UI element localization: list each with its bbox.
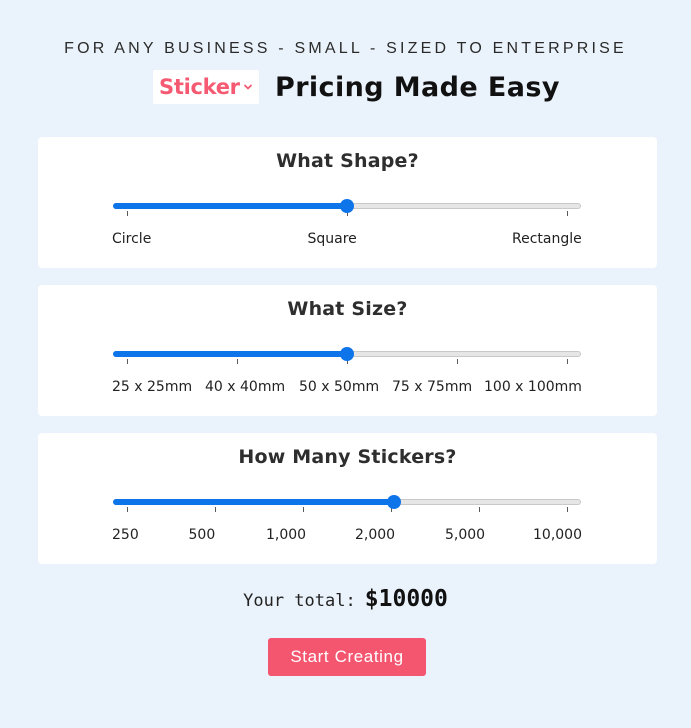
option-label: 25 x 25mm <box>112 379 193 395</box>
option-label: 50 x 50mm <box>299 379 380 395</box>
total-value: $10000 <box>364 586 448 612</box>
size-slider[interactable] <box>113 344 581 366</box>
option-label: 40 x 40mm <box>205 379 286 395</box>
slider-thumb[interactable] <box>340 199 354 213</box>
slider-tick <box>127 359 128 364</box>
total-label: Your total: <box>243 591 356 611</box>
quantity-card: How Many Stickers? 250 500 1,000 2,000 5,000… <box>38 433 657 564</box>
slider-tick <box>567 507 568 512</box>
size-card-title: What Size? <box>287 298 408 320</box>
option-label: 10,000 <box>533 527 582 543</box>
shape-slider[interactable] <box>113 196 581 218</box>
option-label: 2,000 <box>355 527 396 543</box>
slider-thumb[interactable] <box>340 347 354 361</box>
slider-fill <box>113 203 347 209</box>
brand-label: Sticker <box>159 75 240 99</box>
slider-tick <box>127 211 128 216</box>
shape-card: What Shape? Circle Square Rectangle <box>38 137 657 268</box>
slider-tick <box>303 507 304 512</box>
quantity-options: 250 500 1,000 2,000 5,000 10,000 <box>38 527 657 547</box>
option-label: Square <box>307 231 357 247</box>
slider-tick <box>479 507 480 512</box>
slider-tick <box>457 359 458 364</box>
option-label: 250 <box>112 527 139 543</box>
tagline: FOR ANY BUSINESS - SMALL - SIZED TO ENTE… <box>64 40 627 57</box>
brand-dropdown[interactable]: Sticker <box>153 70 259 104</box>
total-row: Your total: $10000 <box>0 586 691 612</box>
slider-thumb[interactable] <box>386 495 401 509</box>
start-creating-button[interactable]: Start Creating <box>268 638 426 676</box>
headline: Sticker Pricing Made Easy <box>153 70 560 104</box>
slider-tick <box>215 507 216 512</box>
chevron-down-icon <box>243 84 252 90</box>
slider-tick <box>237 359 238 364</box>
option-label: 75 x 75mm <box>392 379 473 395</box>
slider-fill <box>113 499 394 505</box>
option-label: Circle <box>112 231 152 247</box>
quantity-slider[interactable] <box>113 492 581 514</box>
option-label: 500 <box>188 527 216 543</box>
size-options: 25 x 25mm 40 x 40mm 50 x 50mm 75 x 75mm 100 … <box>38 379 657 399</box>
option-label: 100 x 100mm <box>484 379 582 395</box>
page-title: Pricing Made Easy <box>275 71 560 103</box>
option-label: 1,000 <box>266 527 307 543</box>
option-label: 5,000 <box>445 527 486 543</box>
slider-tick <box>567 211 568 216</box>
slider-tick <box>127 507 128 512</box>
quantity-card-title: How Many Stickers? <box>238 446 457 468</box>
size-card: What Size? 25 x 25mm 40 x 40mm 50 x 50mm 75… <box>38 285 657 416</box>
option-label: Rectangle <box>512 231 582 247</box>
shape-options: Circle Square Rectangle <box>38 231 657 251</box>
slider-tick <box>567 359 568 364</box>
slider-fill <box>113 351 347 357</box>
shape-card-title: What Shape? <box>276 150 419 172</box>
